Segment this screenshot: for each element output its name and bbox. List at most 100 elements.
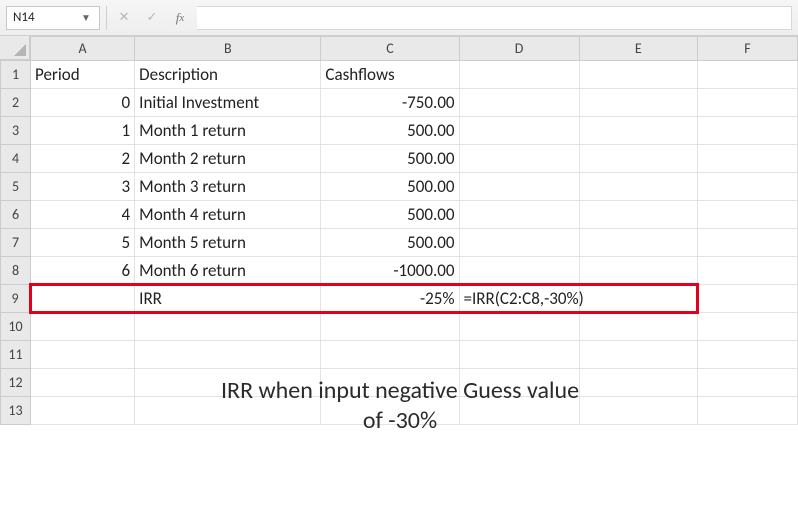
cell[interactable]: [459, 145, 579, 173]
cell[interactable]: Period: [31, 61, 135, 89]
cell[interactable]: [697, 117, 797, 145]
cell[interactable]: -1000.00: [321, 257, 459, 285]
cell[interactable]: [579, 117, 697, 145]
cell[interactable]: 6: [31, 257, 135, 285]
cell[interactable]: [579, 313, 697, 341]
row-header[interactable]: 5: [1, 173, 31, 201]
cell[interactable]: [31, 341, 135, 369]
cell[interactable]: [459, 117, 579, 145]
select-all-triangle[interactable]: [0, 36, 30, 60]
cell[interactable]: 2: [31, 145, 135, 173]
cell[interactable]: [697, 397, 797, 425]
cell[interactable]: [321, 397, 459, 425]
cell[interactable]: [697, 229, 797, 257]
row-header[interactable]: 11: [1, 341, 31, 369]
cell[interactable]: [459, 229, 579, 257]
cell[interactable]: 0: [31, 89, 135, 117]
cell[interactable]: 1: [31, 117, 135, 145]
col-header-B[interactable]: B: [135, 37, 321, 61]
cell[interactable]: [579, 229, 697, 257]
cell[interactable]: Month 5 return: [135, 229, 321, 257]
cell[interactable]: [697, 313, 797, 341]
row-header[interactable]: 6: [1, 201, 31, 229]
cell[interactable]: [459, 61, 579, 89]
cell[interactable]: Month 4 return: [135, 201, 321, 229]
cell[interactable]: Month 2 return: [135, 145, 321, 173]
cell[interactable]: 4: [31, 201, 135, 229]
row-header[interactable]: 10: [1, 313, 31, 341]
cell[interactable]: Description: [135, 61, 321, 89]
cell[interactable]: 500.00: [321, 117, 459, 145]
cell[interactable]: 500.00: [321, 229, 459, 257]
cell[interactable]: [579, 61, 697, 89]
col-header-E[interactable]: E: [579, 37, 697, 61]
row-header[interactable]: 8: [1, 257, 31, 285]
cell[interactable]: [459, 201, 579, 229]
cell[interactable]: [579, 341, 697, 369]
cell[interactable]: [459, 341, 579, 369]
cell[interactable]: [579, 173, 697, 201]
name-box[interactable]: N14 ▼: [6, 6, 100, 30]
cell-irr-value[interactable]: -25%: [321, 285, 459, 313]
cell[interactable]: Month 6 return: [135, 257, 321, 285]
cell[interactable]: [579, 145, 697, 173]
cell[interactable]: [135, 369, 321, 397]
chevron-down-icon[interactable]: ▼: [79, 11, 93, 24]
cell[interactable]: [459, 89, 579, 117]
cell[interactable]: 500.00: [321, 145, 459, 173]
cell[interactable]: [135, 397, 321, 425]
cell[interactable]: [579, 89, 697, 117]
cell[interactable]: [321, 369, 459, 397]
row-header[interactable]: 12: [1, 369, 31, 397]
cell[interactable]: [31, 313, 135, 341]
spreadsheet-grid[interactable]: A B C D E F 1 Period Description Cashflo…: [0, 36, 798, 528]
cell[interactable]: Initial Investment: [135, 89, 321, 117]
col-header-C[interactable]: C: [321, 37, 459, 61]
cell[interactable]: 3: [31, 173, 135, 201]
cell[interactable]: [321, 313, 459, 341]
cell[interactable]: Month 3 return: [135, 173, 321, 201]
cell[interactable]: Cashflows: [321, 61, 459, 89]
cell[interactable]: [697, 285, 797, 313]
cell[interactable]: [697, 145, 797, 173]
cell[interactable]: [135, 341, 321, 369]
cell[interactable]: [321, 341, 459, 369]
cell[interactable]: [459, 369, 579, 397]
cell[interactable]: [579, 285, 697, 313]
cell[interactable]: [697, 369, 797, 397]
cell[interactable]: [579, 397, 697, 425]
cell[interactable]: [31, 397, 135, 425]
cell[interactable]: [697, 89, 797, 117]
row-header[interactable]: 4: [1, 145, 31, 173]
cell[interactable]: [579, 257, 697, 285]
cell[interactable]: Month 1 return: [135, 117, 321, 145]
formula-input[interactable]: [197, 6, 792, 30]
cell-irr-label[interactable]: IRR: [135, 285, 321, 313]
row-header[interactable]: 9: [1, 285, 31, 313]
cell[interactable]: [697, 201, 797, 229]
cell[interactable]: [459, 313, 579, 341]
cell[interactable]: 500.00: [321, 173, 459, 201]
cell[interactable]: [31, 369, 135, 397]
cell[interactable]: 5: [31, 229, 135, 257]
fx-icon[interactable]: fx: [169, 7, 191, 29]
cell[interactable]: [31, 285, 135, 313]
cell[interactable]: [697, 61, 797, 89]
cell[interactable]: [697, 341, 797, 369]
cell[interactable]: [135, 313, 321, 341]
cell[interactable]: 500.00: [321, 201, 459, 229]
cell[interactable]: [459, 397, 579, 425]
row-header[interactable]: 13: [1, 397, 31, 425]
cell[interactable]: [579, 201, 697, 229]
col-header-F[interactable]: F: [697, 37, 797, 61]
col-header-A[interactable]: A: [31, 37, 135, 61]
cell[interactable]: -750.00: [321, 89, 459, 117]
cell-irr-formula[interactable]: =IRR(C2:C8,-30%): [459, 285, 579, 313]
col-header-D[interactable]: D: [459, 37, 579, 61]
cell[interactable]: [697, 173, 797, 201]
row-header[interactable]: 2: [1, 89, 31, 117]
row-header[interactable]: 7: [1, 229, 31, 257]
cell[interactable]: [459, 173, 579, 201]
cell[interactable]: [697, 257, 797, 285]
cell[interactable]: [579, 369, 697, 397]
